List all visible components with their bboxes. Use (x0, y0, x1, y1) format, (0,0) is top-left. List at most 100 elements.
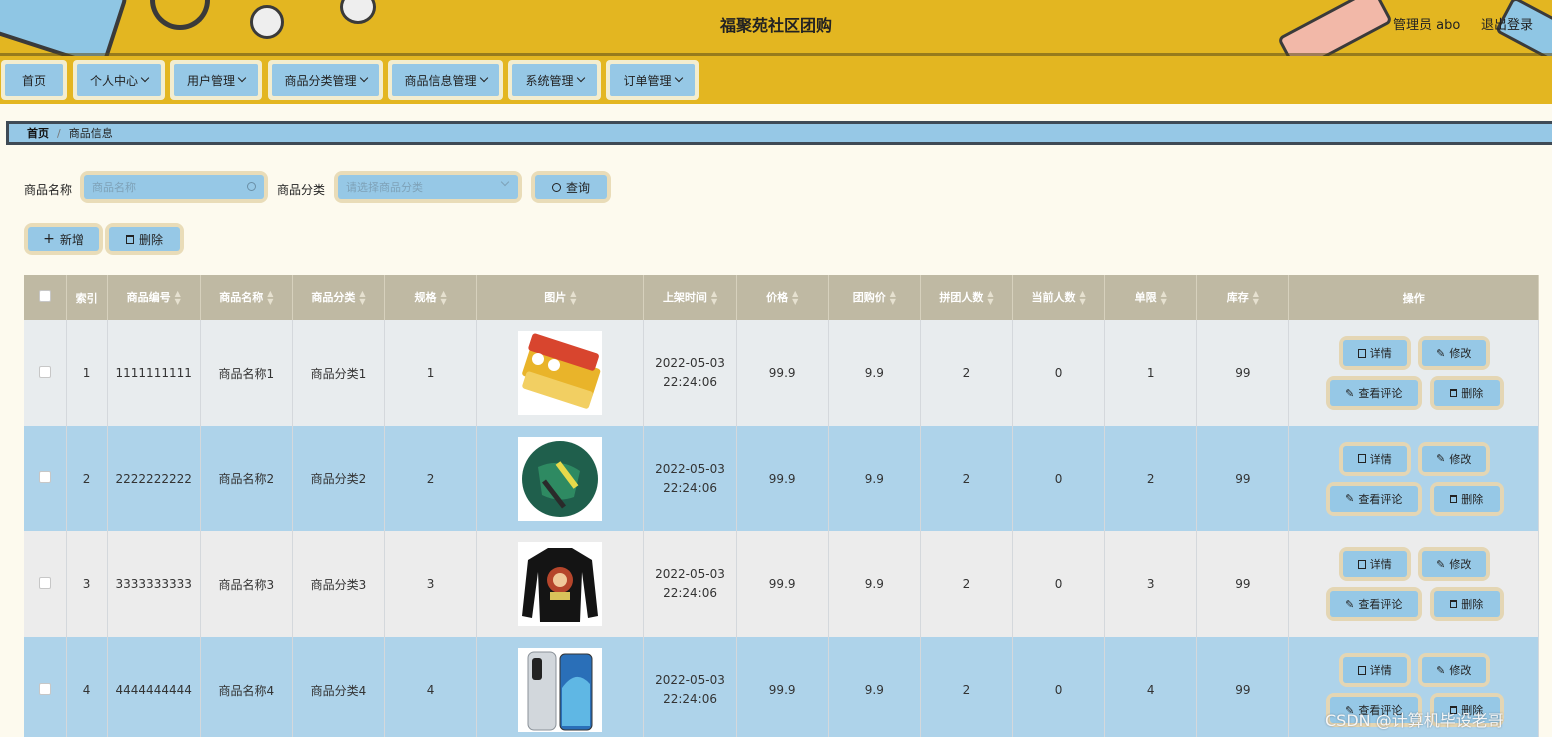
product-code: 3333333333 (115, 577, 192, 591)
sort-icon[interactable]: ▲ ▼ (711, 290, 717, 306)
current-count-cell: 0 (1012, 426, 1106, 531)
category-select[interactable]: 请选择商品分类 (334, 171, 522, 203)
listing-time: 22:24:06 (663, 586, 717, 600)
group-price: 9.9 (864, 683, 884, 697)
sort-icon[interactable]: ▲ ▼ (570, 290, 576, 306)
column-header[interactable]: 商品名称 ▲ ▼ (200, 275, 293, 320)
row-checkbox[interactable] (38, 682, 51, 695)
sort-icon[interactable]: ▲ ▼ (267, 290, 273, 306)
nav-home[interactable]: 首页 (1, 60, 67, 100)
nav-label: 商品信息管理 (404, 73, 477, 88)
detail-button[interactable]: 详情 (1338, 336, 1411, 370)
logout-link[interactable]: 退出登录 (1481, 14, 1533, 33)
column-header[interactable]: 单限 ▲ ▼ (1104, 275, 1198, 320)
group-size: 2 (962, 577, 971, 591)
product-image[interactable] (518, 648, 603, 732)
view-reviews-button[interactable]: ✎ 查看评论 (1325, 481, 1422, 516)
purchase-limit-cell: 3 (1104, 531, 1198, 637)
delete-button[interactable]: 删除 (1429, 587, 1504, 621)
column-header: 操作 (1288, 275, 1539, 320)
product-name-cell: 商品名称3 (200, 531, 293, 637)
sort-icon[interactable]: ▲ ▼ (359, 290, 365, 306)
column-header[interactable]: 规格 ▲ ▼ (384, 275, 478, 320)
edit-button[interactable]: ✎ 修改 (1417, 441, 1490, 476)
document-icon (1357, 454, 1366, 463)
row-checkbox[interactable] (38, 471, 51, 483)
product-image[interactable] (518, 331, 603, 415)
table-row: 1 1111111111 商品名称1 商品分类1 1 2022-05-03 22:24:06… (24, 320, 1539, 426)
delete-button-label: 删除 (138, 232, 163, 247)
column-header[interactable]: 拼团人数 ▲ ▼ (920, 275, 1014, 320)
row-actions: 详情 ✎ 修改 ✎ 查看评论 删除 (1290, 541, 1538, 627)
row-select-cell (24, 320, 67, 426)
main-nav: 首页 个人中心 用户管理 商品分类管理 商品信息管理 系统管理 订单管理 (0, 56, 1552, 104)
column-header[interactable]: 团购价 ▲ ▼ (828, 275, 921, 320)
sort-icon[interactable]: ▲ ▼ (890, 290, 896, 306)
sort-icon[interactable]: ▲ ▼ (792, 290, 798, 306)
detail-button[interactable]: 详情 (1338, 653, 1411, 687)
product-category-cell: 商品分类4 (292, 637, 386, 737)
delete-button[interactable]: 删除 (1429, 481, 1504, 516)
breadcrumb-home[interactable]: 首页 (27, 125, 49, 141)
row-index-cell: 2 (66, 426, 108, 531)
column-header[interactable]: 库存 ▲ ▼ (1196, 275, 1290, 320)
chevron-down-icon (674, 73, 683, 83)
view-reviews-button[interactable]: ✎ 查看评论 (1325, 376, 1422, 410)
delete-button[interactable]: 删除 (1429, 376, 1504, 410)
nav-system-management[interactable]: 系统管理 (508, 60, 601, 100)
listing-date: 2022-05-03 (655, 356, 725, 370)
edit-button[interactable]: ✎ 修改 (1417, 336, 1490, 370)
sort-icon[interactable]: ▲ ▼ (441, 290, 447, 306)
header-label: 规格 (414, 291, 437, 304)
nav-user-management[interactable]: 用户管理 (170, 60, 262, 100)
product-category-cell: 商品分类1 (292, 320, 386, 426)
purchase-limit: 4 (1146, 683, 1155, 697)
product-name-input[interactable] (92, 180, 256, 194)
column-header[interactable]: 图片 ▲ ▼ (476, 275, 645, 320)
column-header[interactable]: 价格 ▲ ▼ (736, 275, 829, 320)
document-icon (1357, 665, 1366, 675)
trash-icon (1450, 389, 1458, 397)
stock: 99 (1235, 577, 1251, 591)
document-icon (1357, 559, 1366, 569)
column-header[interactable]: 当前人数 ▲ ▼ (1012, 275, 1106, 320)
sort-icon[interactable]: ▲ ▼ (1161, 290, 1167, 306)
edit-button[interactable]: ✎ 修改 (1417, 653, 1490, 687)
edit-button[interactable]: ✎ 修改 (1417, 547, 1490, 581)
row-index: 1 (82, 366, 91, 380)
select-all-checkbox[interactable] (38, 290, 51, 302)
product-code-cell: 3333333333 (107, 531, 201, 637)
product-price-cell: 99.9 (736, 531, 829, 637)
nav-personal-center[interactable]: 个人中心 (73, 60, 165, 100)
watermark: CSDN @计算机毕设老哥 (1325, 711, 1504, 730)
row-checkbox[interactable] (38, 576, 51, 589)
pencil-icon: ✎ (1436, 452, 1446, 465)
query-button[interactable]: 查询 (531, 171, 611, 203)
chevron-down-icon (140, 73, 150, 83)
sort-icon[interactable]: ▲ ▼ (1253, 290, 1259, 306)
view-reviews-button[interactable]: ✎ 查看评论 (1325, 587, 1422, 621)
chevron-down-icon (576, 73, 585, 83)
column-header[interactable]: 商品分类 ▲ ▼ (292, 275, 386, 320)
chevron-down-icon (237, 73, 247, 83)
detail-button[interactable]: 详情 (1338, 547, 1411, 581)
add-button[interactable]: + 新增 (24, 223, 103, 255)
nav-label: 个人中心 (89, 73, 138, 88)
detail-button[interactable]: 详情 (1338, 441, 1411, 476)
sort-icon[interactable]: ▲ ▼ (175, 290, 181, 306)
row-actions: 详情 ✎ 修改 ✎ 查看评论 删除 (1290, 330, 1538, 416)
batch-delete-button[interactable]: 删除 (105, 223, 184, 255)
nav-category-management[interactable]: 商品分类管理 (268, 60, 383, 100)
operations-cell: 详情 ✎ 修改 ✎ 查看评论 删除 (1288, 320, 1539, 426)
listing-date: 2022-05-03 (655, 673, 725, 687)
detail-button-label: 详情 (1369, 558, 1392, 571)
product-image[interactable] (518, 436, 603, 521)
product-image[interactable] (518, 542, 603, 626)
sort-icon[interactable]: ▲ ▼ (987, 290, 993, 306)
nav-product-management[interactable]: 商品信息管理 (388, 60, 503, 100)
column-header[interactable]: 商品编号 ▲ ▼ (107, 275, 201, 320)
row-checkbox[interactable] (38, 365, 51, 378)
nav-order-management[interactable]: 订单管理 (606, 60, 699, 100)
column-header[interactable]: 上架时间 ▲ ▼ (643, 275, 737, 320)
sort-icon[interactable]: ▲ ▼ (1080, 290, 1086, 306)
